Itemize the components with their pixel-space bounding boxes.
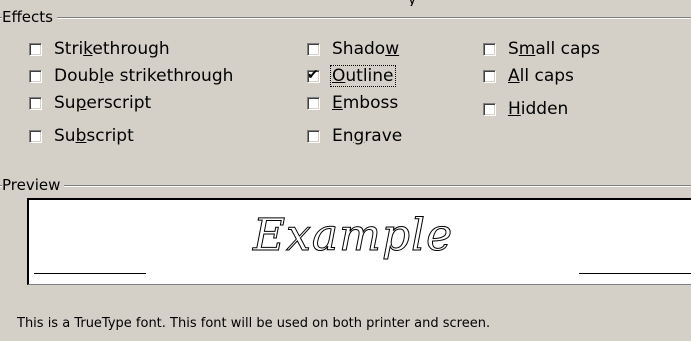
effects-group-line: [0, 17, 691, 19]
title-fragment: y: [408, 0, 416, 6]
emboss-box[interactable]: [307, 96, 320, 110]
subscript-label: Subscript: [54, 126, 134, 146]
small-caps-label: Small caps: [508, 39, 601, 59]
small-caps-checkbox[interactable]: Small caps: [483, 38, 601, 60]
double-strikethrough-checkbox[interactable]: Double strikethrough: [29, 65, 234, 87]
preview-group-label: Preview: [2, 176, 65, 194]
superscript-box[interactable]: [29, 96, 42, 110]
effects-group-label: Effects: [2, 8, 57, 26]
hidden-checkbox[interactable]: Hidden: [483, 98, 569, 120]
emboss-checkbox[interactable]: Emboss: [307, 92, 399, 114]
outline-checkbox[interactable]: ✔ Outline: [307, 65, 396, 87]
emboss-label: Emboss: [332, 93, 399, 113]
checkmark-icon: ✔: [307, 66, 319, 83]
all-caps-checkbox[interactable]: All caps: [483, 65, 575, 87]
all-caps-box[interactable]: [483, 69, 496, 83]
shadow-checkbox[interactable]: Shadow: [307, 38, 400, 60]
shadow-box[interactable]: [307, 42, 320, 56]
hidden-box[interactable]: [483, 102, 496, 116]
preview-baseline-left: [34, 273, 146, 274]
preview-box: Example: [27, 198, 691, 285]
strikethrough-box[interactable]: [29, 42, 42, 56]
hidden-label: Hidden: [508, 99, 569, 119]
strikethrough-label: Strikethrough: [54, 39, 170, 59]
double-strikethrough-label: Double strikethrough: [54, 66, 234, 86]
strikethrough-checkbox[interactable]: Strikethrough: [29, 38, 171, 60]
preview-baseline-right: [579, 273, 691, 274]
engrave-box[interactable]: [307, 129, 320, 143]
cut-off-title-text: y: [0, 0, 691, 6]
shadow-label: Shadow: [332, 39, 400, 59]
all-caps-label: All caps: [508, 66, 574, 86]
engrave-checkbox[interactable]: Engrave: [307, 125, 403, 147]
double-strikethrough-box[interactable]: [29, 69, 42, 83]
font-info-text: This is a TrueType font. This font will …: [17, 316, 491, 331]
outline-box[interactable]: ✔: [307, 66, 320, 83]
outline-label: Outline: [330, 65, 396, 87]
subscript-checkbox[interactable]: Subscript: [29, 125, 135, 147]
superscript-label: Superscript: [54, 93, 152, 113]
superscript-checkbox[interactable]: Superscript: [29, 92, 152, 114]
subscript-box[interactable]: [29, 129, 42, 143]
preview-sample-text: Example: [252, 210, 454, 262]
engrave-label: Engrave: [332, 126, 403, 146]
preview-group-line: [0, 185, 691, 187]
small-caps-box[interactable]: [483, 42, 496, 56]
